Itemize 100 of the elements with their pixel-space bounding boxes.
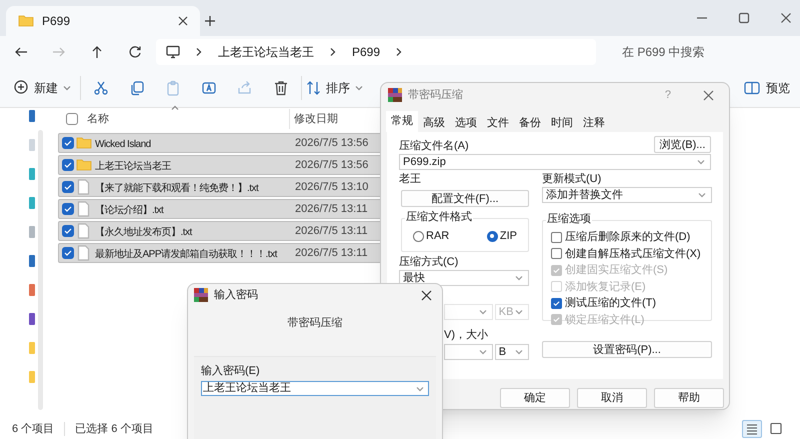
- details-view-button[interactable]: [742, 420, 762, 438]
- chevron-down-icon: [697, 190, 707, 200]
- dialog-tab[interactable]: 备份: [514, 114, 546, 132]
- folder-icon: [18, 13, 34, 29]
- dialog-button[interactable]: 取消: [577, 388, 647, 408]
- file-name: 【论坛介绍】.txt: [95, 205, 164, 216]
- document-icon: [76, 223, 92, 239]
- cut-icon: [93, 80, 109, 96]
- chevron-down-icon: [514, 273, 524, 283]
- column-header[interactable]: 修改日期: [290, 110, 338, 128]
- checkbox-option[interactable]: 压缩后删除原来的文件(D): [551, 230, 711, 244]
- new-icon: [14, 80, 30, 96]
- address-bar[interactable]: 上老王论坛当老王 P699: [156, 39, 596, 65]
- dialog-tab[interactable]: 常规: [386, 111, 418, 132]
- tiles-view-icon: [768, 421, 784, 437]
- profiles-button[interactable]: 配置文件(F)...: [401, 190, 529, 207]
- field-label: 更新模式(U): [542, 172, 602, 186]
- field-label: 压缩方式(C): [399, 255, 458, 269]
- row-checkbox[interactable]: [62, 159, 74, 171]
- field-label: 输入密码(E): [201, 364, 261, 378]
- volume-unit-field[interactable]: B: [494, 344, 529, 360]
- check-icon: [64, 161, 72, 169]
- computer-icon: [166, 45, 180, 59]
- share-icon: [237, 80, 253, 96]
- row-checkbox[interactable]: [62, 181, 74, 193]
- dictionary-size-field[interactable]: [444, 304, 493, 320]
- select-all-checkbox[interactable]: [66, 113, 78, 125]
- close-icon[interactable]: [703, 90, 714, 100]
- file-name: 【来了就能下载和观看！纯免费！】.txt: [95, 183, 258, 194]
- file-name: 上老王论坛当老王: [95, 161, 171, 172]
- chevron-down-icon: [696, 157, 706, 167]
- compression-method-field[interactable]: 最快: [399, 270, 529, 286]
- dialog-tab[interactable]: 选项: [450, 114, 482, 132]
- close-icon[interactable]: [780, 12, 792, 24]
- tab-title: P699: [42, 13, 70, 30]
- volume-size-field[interactable]: [444, 344, 493, 360]
- preview-button[interactable]: 预览: [744, 78, 790, 96]
- browse-button[interactable]: 浏览(B)...: [654, 136, 711, 153]
- checkbox-option[interactable]: 创建自解压格式压缩文件(X): [551, 246, 711, 260]
- dialog-tab[interactable]: 注释: [578, 114, 610, 132]
- check-icon: [64, 249, 72, 257]
- refresh-icon[interactable]: [128, 45, 142, 59]
- group-title: 压缩选项: [546, 214, 592, 225]
- status-text: 已选择 6 个项目: [75, 422, 154, 437]
- new-button[interactable]: 新建: [12, 72, 74, 102]
- breadcrumb-item[interactable]: P699: [352, 43, 380, 61]
- password-field[interactable]: 上老王论坛当老王: [201, 381, 429, 396]
- row-checkbox[interactable]: [62, 247, 74, 259]
- status-text: 6 个项目: [12, 422, 54, 437]
- window-tab[interactable]: P699: [6, 6, 200, 36]
- dialog-tab[interactable]: 高级: [418, 114, 450, 132]
- dialog-button[interactable]: 帮助: [654, 388, 724, 408]
- document-icon: [76, 245, 92, 261]
- dialog-title: 带密码压缩: [408, 88, 463, 103]
- breadcrumb-item[interactable]: 上老王论坛当老王: [218, 43, 314, 61]
- modified-date: 2026/7/5 13:11: [295, 224, 368, 239]
- group-title: 压缩文件格式: [405, 212, 473, 223]
- close-icon[interactable]: [178, 16, 188, 26]
- column-header[interactable]: 名称: [86, 110, 289, 128]
- modified-date: 2026/7/5 13:11: [295, 246, 368, 261]
- dialog-tab[interactable]: 时间: [546, 114, 578, 132]
- row-checkbox[interactable]: [62, 203, 74, 215]
- archive-app-icon: [388, 88, 402, 102]
- archive-name-field[interactable]: P699.zip: [399, 154, 711, 170]
- chevron-down-icon: [514, 347, 524, 357]
- modified-date: 2026/7/5 13:56: [295, 158, 368, 173]
- chevron-down-icon: [514, 307, 524, 317]
- row-checkbox[interactable]: [62, 225, 74, 237]
- field-label: 压缩文件名(A): [399, 138, 469, 152]
- preview-pane-icon: [744, 80, 760, 94]
- close-icon[interactable]: [421, 290, 432, 300]
- up-icon[interactable]: [90, 45, 104, 59]
- check-icon: [64, 183, 72, 191]
- folder-icon: [76, 135, 92, 151]
- back-icon[interactable]: [14, 45, 28, 59]
- checkbox-option[interactable]: 测试压缩的文件(T): [551, 296, 711, 310]
- sort-button[interactable]: 排序: [304, 72, 366, 102]
- radio-option[interactable]: ZIP: [486, 229, 517, 243]
- chevron-right-icon: [328, 47, 338, 57]
- rename-icon: [201, 80, 217, 96]
- dialog-title: 输入密码: [214, 288, 258, 303]
- sort-ascending-icon: [171, 105, 179, 110]
- radio-option[interactable]: RAR: [413, 229, 450, 243]
- copy-icon: [129, 80, 145, 96]
- field-label: 老王: [399, 172, 422, 186]
- update-mode-field[interactable]: 添加并替换文件: [542, 187, 712, 203]
- modified-date: 2026/7/5 13:56: [295, 136, 368, 151]
- modified-date: 2026/7/5 13:11: [295, 202, 368, 217]
- dialog-button[interactable]: 确定: [500, 388, 570, 408]
- row-checkbox[interactable]: [62, 137, 74, 149]
- new-tab-icon[interactable]: [204, 15, 216, 27]
- chevron-right-icon: [194, 47, 204, 57]
- folder-icon: [76, 157, 92, 173]
- check-icon: [64, 227, 72, 235]
- set-password-button[interactable]: 设置密码(P)...: [542, 341, 712, 358]
- check-icon: [553, 266, 560, 274]
- dialog-subtitle: 带密码压缩: [286, 316, 344, 331]
- modified-date: 2026/7/5 13:10: [295, 180, 368, 195]
- dialog-tab[interactable]: 文件: [482, 114, 514, 132]
- maximize-icon[interactable]: [738, 12, 750, 24]
